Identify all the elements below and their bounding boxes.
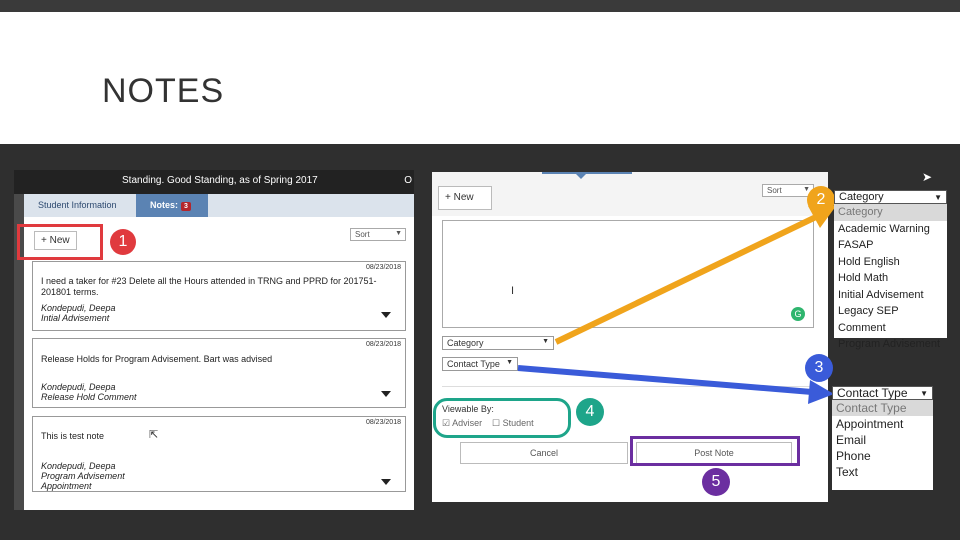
callout-4: 4 <box>576 398 604 426</box>
contact-option[interactable]: Email <box>832 432 933 448</box>
category-option[interactable]: Hold Math <box>834 270 947 287</box>
category-dropdown-head[interactable]: Category ▼ <box>834 190 947 204</box>
blue-arrow-line <box>517 365 813 395</box>
category-option[interactable]: Category <box>834 204 947 221</box>
callout-3: 3 <box>805 354 833 382</box>
highlight-viewable-by <box>433 398 571 438</box>
category-dropdown[interactable]: Category ▼ Category Academic Warning FASA… <box>834 190 947 350</box>
category-dropdown-label: Category <box>839 191 884 203</box>
orange-arrow-line <box>554 213 820 345</box>
mouse-pointer-icon: ➤ <box>922 170 933 184</box>
callout-arrows <box>517 206 836 404</box>
blue-arrow-head <box>808 380 834 404</box>
category-option[interactable]: Academic Warning <box>834 221 947 238</box>
callout-5: 5 <box>702 468 730 496</box>
dropdown-arrow-icon: ▼ <box>920 389 928 398</box>
contact-type-dropdown[interactable]: Contact Type ▼ Contact Type Appointment E… <box>832 386 933 490</box>
dropdown-arrow-icon: ▼ <box>934 193 942 202</box>
category-option[interactable]: Program Advisement <box>834 336 947 353</box>
contact-option[interactable]: Text <box>832 464 933 480</box>
slide: NOTES Standing. Good Standing, as of Spr… <box>0 0 960 540</box>
callout-2: 2 <box>807 186 835 214</box>
highlight-post-note <box>630 436 800 466</box>
contact-option[interactable]: Contact Type <box>832 400 933 416</box>
contact-option[interactable]: Appointment <box>832 416 933 432</box>
category-option[interactable]: Hold English <box>834 254 947 271</box>
contact-dropdown-head[interactable]: Contact Type ▼ <box>832 386 933 400</box>
contact-dropdown-label: Contact Type <box>837 386 908 400</box>
category-option[interactable]: FASAP <box>834 237 947 254</box>
category-option[interactable]: Initial Advisement <box>834 287 947 304</box>
contact-option[interactable]: Phone <box>832 448 933 464</box>
category-option[interactable]: Legacy SEP Comment <box>834 303 947 336</box>
